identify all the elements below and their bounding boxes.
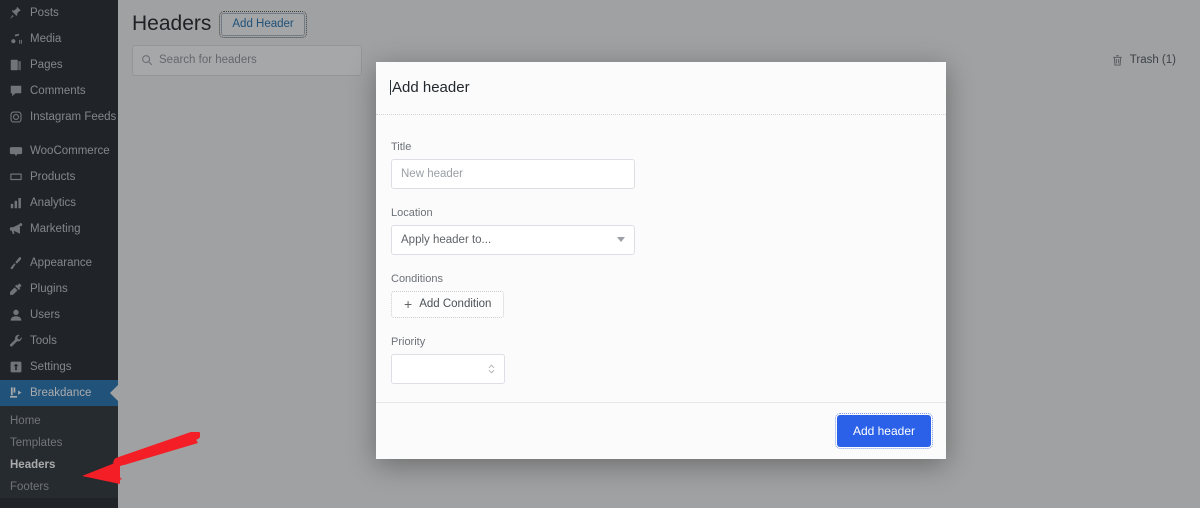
conditions-label: Conditions xyxy=(391,272,443,285)
add-header-modal: Add header Title New header Location App… xyxy=(376,62,946,459)
chevron-down-icon xyxy=(617,237,625,243)
title-label: Title xyxy=(391,140,412,153)
add-condition-label: Add Condition xyxy=(419,298,492,311)
modal-title: Add header xyxy=(392,79,470,97)
plus-icon: + xyxy=(404,296,413,313)
field-conditions: Conditions + Add Condition xyxy=(391,273,946,318)
add-condition-button[interactable]: + Add Condition xyxy=(391,290,505,318)
title-placeholder-text: New header xyxy=(401,167,464,180)
number-stepper-icon[interactable] xyxy=(487,363,496,375)
modal-header: Add header xyxy=(376,62,946,115)
field-location: Location Apply header to... xyxy=(391,207,946,255)
modal-body: Title New header Location Apply header t… xyxy=(376,115,946,402)
location-select[interactable]: Apply header to... xyxy=(391,224,635,255)
field-priority: Priority xyxy=(391,336,946,384)
modal-footer: Add header xyxy=(376,401,946,459)
text-cursor xyxy=(390,80,391,96)
location-label: Location xyxy=(391,206,433,219)
location-selected-value: Apply header to... xyxy=(401,233,492,246)
field-title: Title New header xyxy=(391,141,946,189)
priority-label: Priority xyxy=(391,335,426,348)
submit-add-header-button[interactable]: Add header xyxy=(834,412,934,449)
priority-input[interactable] xyxy=(391,353,505,384)
title-input[interactable]: New header xyxy=(391,158,635,189)
